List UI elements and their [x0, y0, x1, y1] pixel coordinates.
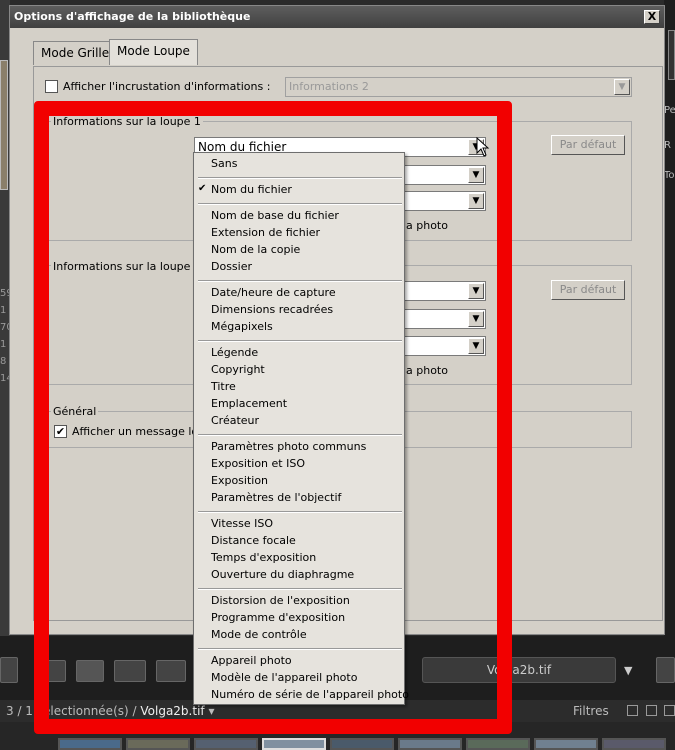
filmstrip-thumbnail[interactable]	[330, 738, 394, 750]
dialog-title: Options d'affichage de la bibliothèque	[14, 10, 251, 23]
filmstrip-thumbnail[interactable]	[58, 738, 122, 750]
tab-loupe-mode[interactable]: Mode Loupe	[109, 39, 198, 65]
toolbar-dropdown-icon[interactable]: ▼	[624, 664, 632, 677]
toolbar-button[interactable]	[656, 657, 675, 683]
dialog-titlebar[interactable]: Options d'affichage de la bibliothèque	[10, 6, 664, 28]
filter-flag-icon[interactable]	[664, 705, 675, 716]
tab-grid-mode[interactable]: Mode Grille	[33, 41, 118, 65]
filmstrip-thumbnail[interactable]	[194, 738, 258, 750]
loupe1-default-button[interactable]: Par défaut	[551, 135, 625, 155]
right-panel-label: To	[664, 170, 675, 181]
close-button[interactable]: X	[644, 10, 660, 24]
chevron-down-icon: ▼	[614, 79, 630, 95]
loupe2-default-button[interactable]: Par défaut	[551, 280, 625, 300]
filter-flag-icon[interactable]	[627, 705, 638, 716]
overlay-select: Informations 2 ▼	[285, 77, 632, 97]
toolbar-button[interactable]	[0, 657, 18, 683]
status-filter-label[interactable]: Filtres	[573, 700, 609, 722]
annotation-highlight-frame	[34, 101, 512, 734]
filter-flag-icon[interactable]	[646, 705, 657, 716]
filmstrip-thumbnail[interactable]	[398, 738, 462, 750]
filmstrip-thumbnail[interactable]	[602, 738, 666, 750]
filmstrip-thumbnail[interactable]	[466, 738, 530, 750]
right-panel-label: R	[664, 140, 671, 151]
mouse-cursor-icon	[476, 137, 490, 157]
filmstrip-thumbnail[interactable]	[262, 738, 326, 750]
app-left-thumbnail	[0, 60, 8, 190]
show-overlay-checkbox[interactable]	[45, 80, 58, 93]
filmstrip-thumbnail[interactable]	[126, 738, 190, 750]
show-overlay-label: Afficher l'incrustation d'informations :	[63, 80, 271, 93]
app-right-panel-box	[668, 30, 675, 80]
filmstrip-thumbnail[interactable]	[534, 738, 598, 750]
right-panel-label: Pe	[664, 105, 675, 116]
overlay-select-value: Informations 2	[289, 80, 369, 93]
